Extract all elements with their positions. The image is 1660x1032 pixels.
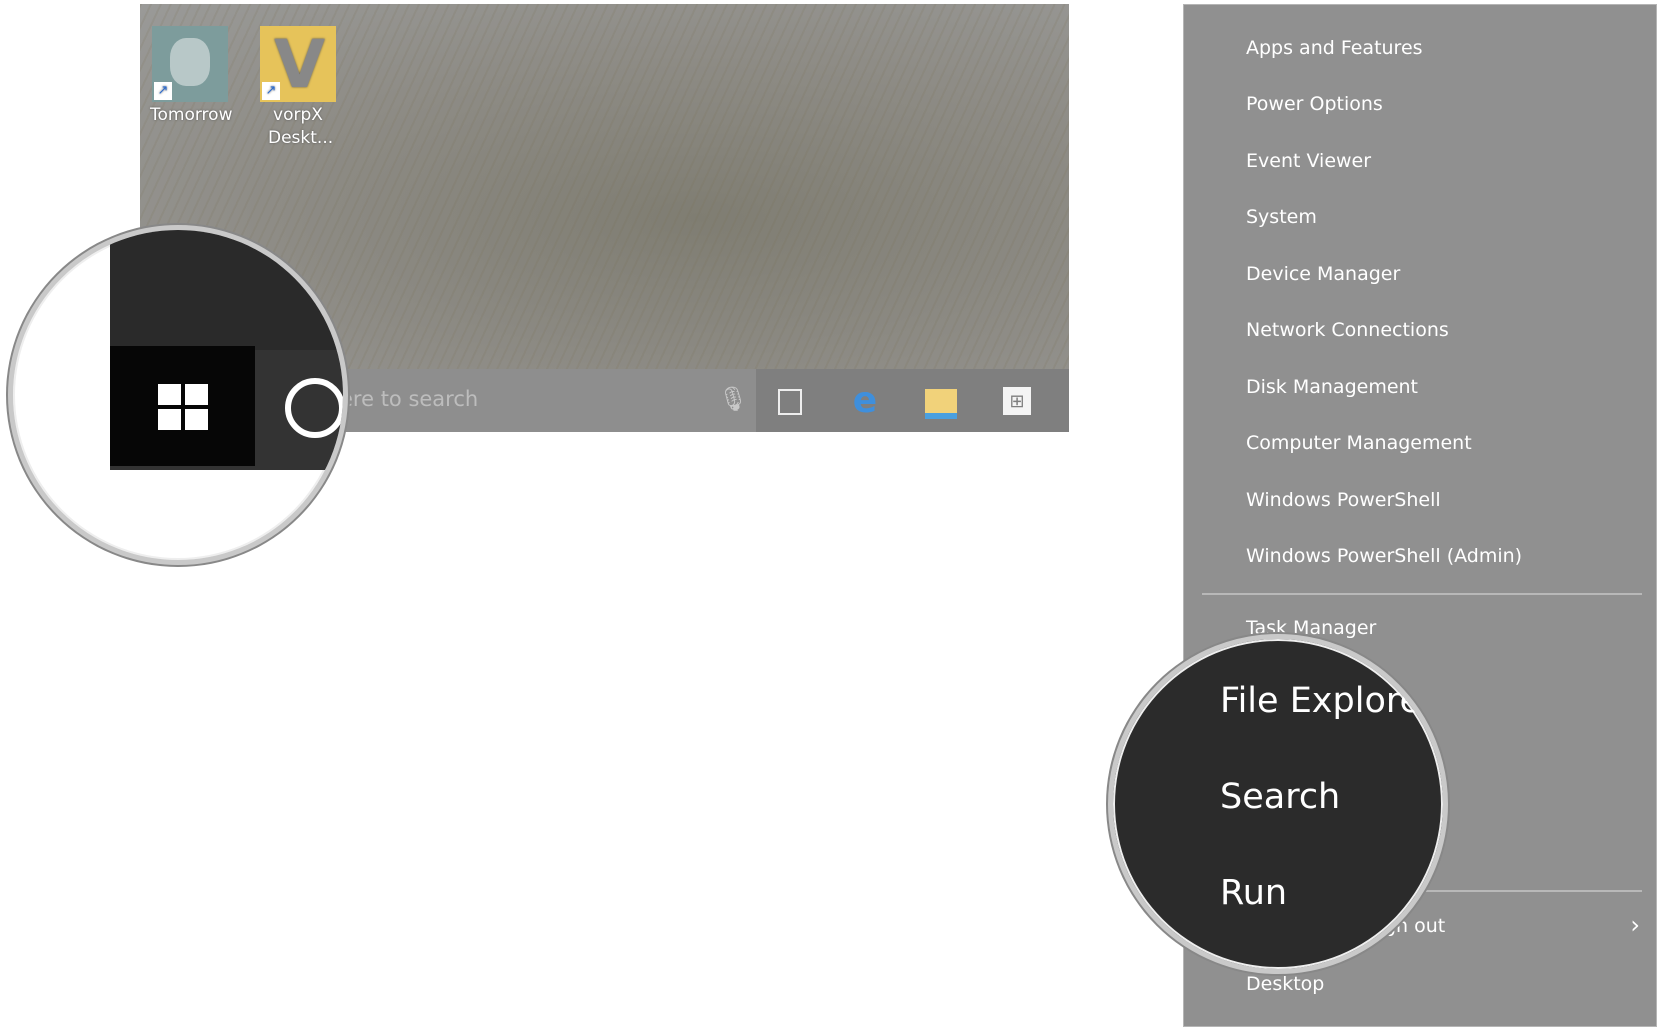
store-icon[interactable]: ⊞ xyxy=(997,381,1037,421)
microphone-icon[interactable]: 🎙 xyxy=(718,385,748,413)
menu-item-power-options[interactable]: Power Options xyxy=(1246,93,1383,115)
desktop-icon-vorpx[interactable]: V ↗ vorpX Deskt... xyxy=(258,26,338,150)
menu-item-search[interactable]: Search xyxy=(1220,777,1340,817)
menu-item-windows-powershell[interactable]: Windows PowerShell xyxy=(1246,489,1441,511)
menu-item-desktop[interactable]: Desktop xyxy=(1246,973,1324,995)
menu-item-disk-management[interactable]: Disk Management xyxy=(1246,376,1418,398)
search-box[interactable]: ere to search xyxy=(340,387,478,411)
cortana-icon[interactable] xyxy=(285,378,343,438)
menu-item-windows-powershell-admin[interactable]: Windows PowerShell (Admin) xyxy=(1246,545,1522,567)
desktop-icon-tomorrow[interactable]: ↗ Tomorrow xyxy=(150,26,233,127)
shortcut-arrow-icon: ↗ xyxy=(154,82,172,100)
task-view-icon[interactable] xyxy=(770,381,810,421)
menu-item-event-viewer[interactable]: Event Viewer xyxy=(1246,150,1371,172)
tomorrow-app-icon: ↗ xyxy=(152,26,228,102)
menu-item-system[interactable]: System xyxy=(1246,206,1317,228)
magnifier-start-button xyxy=(8,225,348,565)
desktop-icon-label: Tomorrow xyxy=(150,105,233,125)
windows-start-icon xyxy=(158,384,208,430)
menu-item-device-manager[interactable]: Device Manager xyxy=(1246,263,1400,285)
menu-item-network-connections[interactable]: Network Connections xyxy=(1246,319,1449,341)
menu-item-computer-management[interactable]: Computer Management xyxy=(1246,432,1472,454)
edge-icon[interactable]: e xyxy=(845,381,885,421)
shortcut-arrow-icon: ↗ xyxy=(262,82,280,100)
menu-item-apps-and-features[interactable]: Apps and Features xyxy=(1246,37,1423,59)
start-button[interactable] xyxy=(110,346,255,466)
menu-separator xyxy=(1202,593,1642,595)
taskbar-pinned: e ⊞ xyxy=(756,369,1069,432)
vorpx-app-icon: V ↗ xyxy=(260,26,336,102)
desktop-icon-label: vorpX Deskt... xyxy=(268,105,334,148)
menu-item-run[interactable]: Run xyxy=(1220,873,1287,913)
magnifier-menu: File Explorer Search Run xyxy=(1108,634,1448,974)
chevron-right-icon: › xyxy=(1630,911,1640,939)
file-explorer-icon[interactable] xyxy=(921,381,961,421)
menu-item-file-explorer[interactable]: File Explorer xyxy=(1220,681,1435,721)
